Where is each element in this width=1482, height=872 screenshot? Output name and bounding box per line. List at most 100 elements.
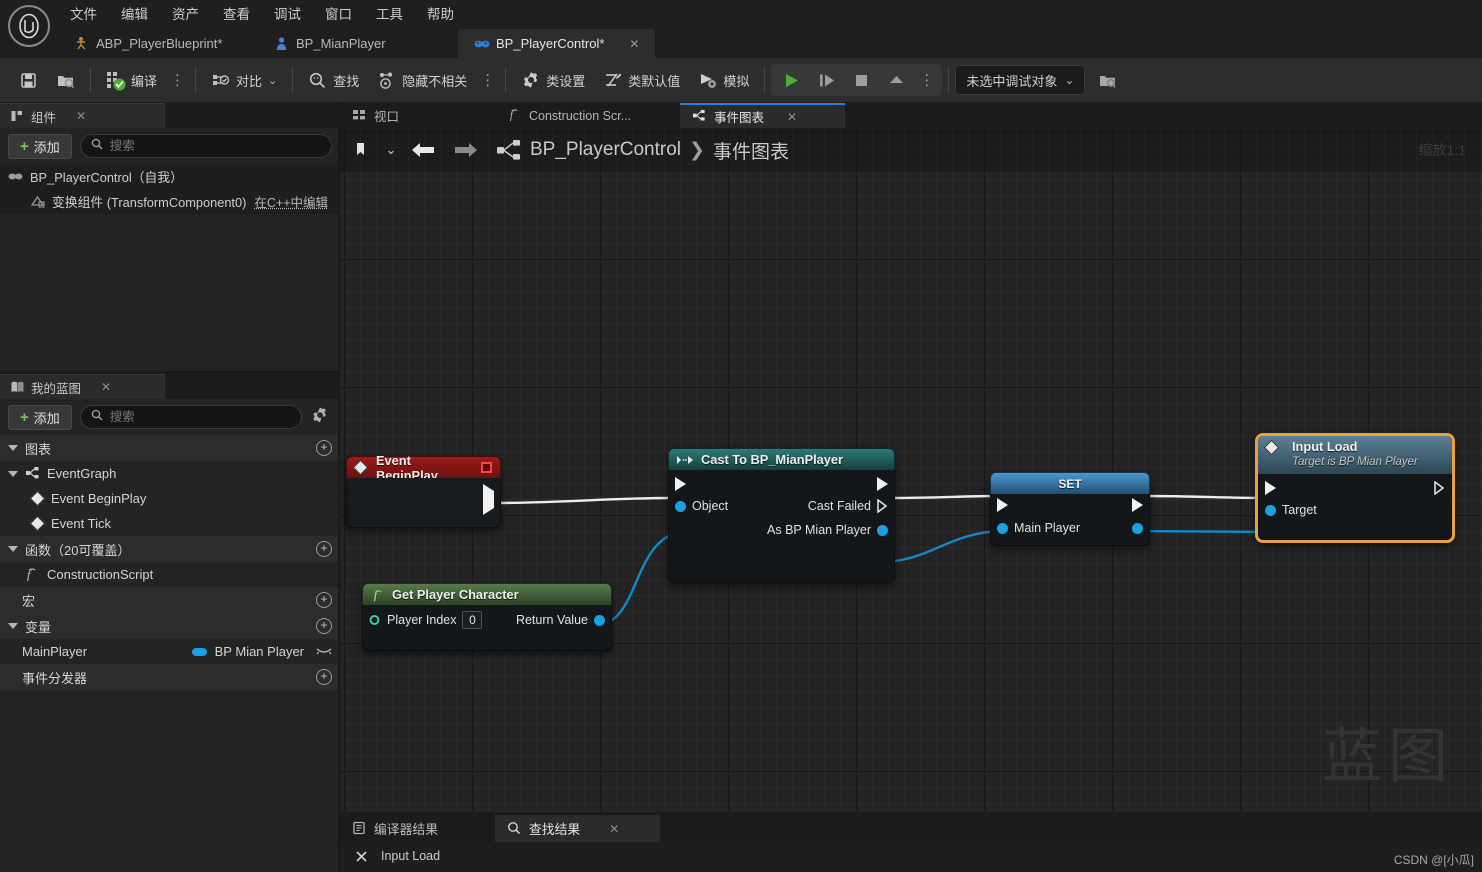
pin-exec-out[interactable] bbox=[1132, 498, 1143, 512]
eject-button[interactable] bbox=[880, 64, 913, 96]
tab-compiler-results[interactable]: 编译器结果 bbox=[340, 815, 495, 842]
node-event-begin-play[interactable]: Event BeginPlay bbox=[346, 453, 501, 528]
tab-viewport[interactable]: 视口 bbox=[340, 103, 495, 128]
menu-item-help[interactable]: 帮助 bbox=[415, 0, 466, 29]
play-options-button[interactable]: ⋮ bbox=[915, 71, 938, 89]
menu-item-file[interactable]: 文件 bbox=[58, 0, 109, 29]
pin-object-in[interactable]: Object bbox=[675, 499, 728, 513]
tree-item-constructionscript[interactable]: f ConstructionScript bbox=[0, 562, 340, 587]
pin-main-player-out[interactable] bbox=[1132, 522, 1143, 534]
play-button[interactable] bbox=[775, 64, 808, 96]
pin-exec-out[interactable] bbox=[483, 484, 494, 515]
menu-item-view[interactable]: 查看 bbox=[211, 0, 262, 29]
section-graphs[interactable]: 图表 + bbox=[0, 435, 340, 461]
pin-return-value-out[interactable]: Return Value bbox=[516, 613, 605, 627]
add-macro-button[interactable]: + bbox=[316, 592, 332, 608]
section-macros[interactable]: 宏 + bbox=[0, 587, 340, 613]
caret-down-icon[interactable] bbox=[8, 470, 18, 477]
pin-player-index-in[interactable]: Player Index 0 bbox=[369, 611, 483, 629]
hide-unrelated-button[interactable]: 隐藏不相关 bbox=[368, 64, 476, 96]
menu-item-edit[interactable]: 编辑 bbox=[109, 0, 160, 29]
components-search-input[interactable] bbox=[109, 139, 321, 153]
debug-object-dropdown[interactable]: 未选中调试对象 ⌄ bbox=[955, 65, 1086, 95]
class-settings-button[interactable]: 类设置 bbox=[512, 64, 594, 96]
my-blueprint-search-box[interactable] bbox=[79, 405, 302, 429]
pin-target-in[interactable]: Target bbox=[1265, 503, 1317, 517]
tab-components[interactable]: 组件 ✕ bbox=[0, 103, 165, 128]
close-icon[interactable]: ✕ bbox=[609, 822, 619, 836]
pin-exec-in[interactable] bbox=[675, 477, 686, 491]
close-icon[interactable]: ✕ bbox=[101, 380, 111, 394]
graph-canvas[interactable]: ⌄ BP_PlayerControl ❯ 事件图表 缩放1:1 蓝图 Event… bbox=[340, 128, 1482, 815]
add-variable-button[interactable]: + bbox=[316, 618, 332, 634]
section-functions[interactable]: 函数（20可覆盖） + bbox=[0, 536, 340, 562]
bookmark-dropdown-button[interactable]: ⌄ bbox=[380, 133, 402, 167]
add-blueprint-item-button[interactable]: + 添加 bbox=[8, 404, 72, 430]
debug-browse-button[interactable] bbox=[1089, 64, 1126, 96]
tree-item-event-beginplay[interactable]: Event BeginPlay bbox=[0, 486, 340, 511]
section-event-dispatchers[interactable]: 事件分发器 + bbox=[0, 664, 340, 690]
pin-as-bp-mian-player-out[interactable]: As BP Mian Player bbox=[767, 523, 888, 537]
tab-my-blueprint[interactable]: 我的蓝图 ✕ bbox=[0, 374, 165, 399]
pin-cast-failed-out[interactable]: Cast Failed bbox=[808, 498, 888, 514]
document-tab-bp-mianplayer[interactable]: BP_MianPlayer bbox=[258, 29, 458, 58]
compile-options-button[interactable]: ⋮ bbox=[166, 71, 189, 89]
wire-exec-set-inputload bbox=[1139, 494, 1271, 500]
component-row-self[interactable]: BP_PlayerControl（自我） bbox=[0, 164, 340, 189]
add-function-button[interactable]: + bbox=[316, 541, 332, 557]
close-icon[interactable]: ✕ bbox=[611, 37, 639, 51]
class-defaults-button[interactable]: 类默认值 bbox=[594, 64, 689, 96]
node-set-main-player[interactable]: SET Main Player bbox=[990, 472, 1150, 546]
browse-button[interactable] bbox=[47, 64, 84, 96]
find-button[interactable]: 查找 bbox=[299, 64, 368, 96]
diff-button[interactable]: 对比 ⌄ bbox=[202, 64, 286, 96]
simulate-button[interactable]: 模拟 bbox=[689, 64, 758, 96]
menu-item-assets[interactable]: 资产 bbox=[160, 0, 211, 29]
bookmark-button[interactable] bbox=[346, 133, 380, 167]
edit-in-cpp-link[interactable]: 在C++中编辑 bbox=[254, 192, 328, 211]
save-button[interactable] bbox=[10, 64, 47, 96]
pin-exec-out[interactable] bbox=[1434, 480, 1445, 496]
hide-unrelated-options-button[interactable]: ⋮ bbox=[476, 71, 499, 89]
tree-item-event-tick[interactable]: Event Tick bbox=[0, 511, 340, 536]
component-row-transform[interactable]: 变换组件 (TransformComponent0) 在C++中编辑 bbox=[0, 189, 340, 214]
pin-exec-in[interactable] bbox=[997, 498, 1008, 512]
zoom-level-label: 缩放1:1 bbox=[1418, 142, 1466, 158]
node-cast-to-bp-mianplayer[interactable]: Cast To BP_MianPlayer Object Cast Failed bbox=[668, 448, 895, 583]
back-button[interactable] bbox=[402, 133, 444, 167]
breadcrumb-leaf[interactable]: 事件图表 bbox=[713, 137, 789, 164]
eye-closed-icon[interactable] bbox=[316, 644, 332, 659]
pin-main-player-in[interactable]: Main Player bbox=[997, 521, 1080, 535]
skip-frame-button[interactable] bbox=[810, 64, 843, 96]
document-tab-abp-playerblueprint[interactable]: ABP_PlayerBlueprint* bbox=[58, 29, 258, 58]
tab-find-results[interactable]: 查找结果 ✕ bbox=[495, 815, 660, 842]
tree-item-variable-mainplayer[interactable]: MainPlayer BP Mian Player bbox=[0, 639, 340, 664]
components-search-box[interactable] bbox=[79, 134, 332, 158]
player-index-value-field[interactable]: 0 bbox=[462, 611, 483, 629]
add-graph-button[interactable]: + bbox=[316, 440, 332, 456]
menu-item-debug[interactable]: 调试 bbox=[262, 0, 313, 29]
tree-item-eventgraph[interactable]: EventGraph bbox=[0, 461, 340, 486]
menu-item-window[interactable]: 窗口 bbox=[313, 0, 364, 29]
forward-button[interactable] bbox=[444, 133, 488, 167]
compile-button[interactable]: 编译 bbox=[97, 64, 166, 96]
add-component-button[interactable]: + 添加 bbox=[8, 133, 72, 159]
breadcrumb-root[interactable]: BP_PlayerControl bbox=[530, 139, 681, 161]
stop-button[interactable] bbox=[845, 64, 878, 96]
find-result-row[interactable]: Input Load bbox=[340, 842, 1482, 870]
pin-exec-in[interactable] bbox=[1265, 481, 1276, 495]
menu-item-tools[interactable]: 工具 bbox=[364, 0, 415, 29]
gear-icon[interactable] bbox=[310, 406, 332, 428]
node-get-player-character[interactable]: f Get Player Character Player Index 0 Re… bbox=[362, 583, 612, 651]
node-delegate-pin[interactable] bbox=[481, 462, 492, 473]
tab-event-graph[interactable]: 事件图表 ✕ bbox=[680, 103, 845, 128]
section-variables[interactable]: 变量 + bbox=[0, 613, 340, 639]
document-tab-bp-playercontrol[interactable]: BP_PlayerControl* ✕ bbox=[458, 29, 656, 58]
close-icon[interactable]: ✕ bbox=[76, 109, 86, 123]
node-input-load[interactable]: Input Load Target is BP Mian Player Targ… bbox=[1255, 433, 1455, 543]
close-icon[interactable]: ✕ bbox=[787, 110, 797, 124]
add-event-dispatcher-button[interactable]: + bbox=[316, 669, 332, 685]
my-blueprint-search-input[interactable] bbox=[109, 410, 291, 424]
tab-construction-script[interactable]: f Construction Scr... bbox=[495, 103, 680, 128]
pin-exec-out[interactable] bbox=[877, 477, 888, 491]
